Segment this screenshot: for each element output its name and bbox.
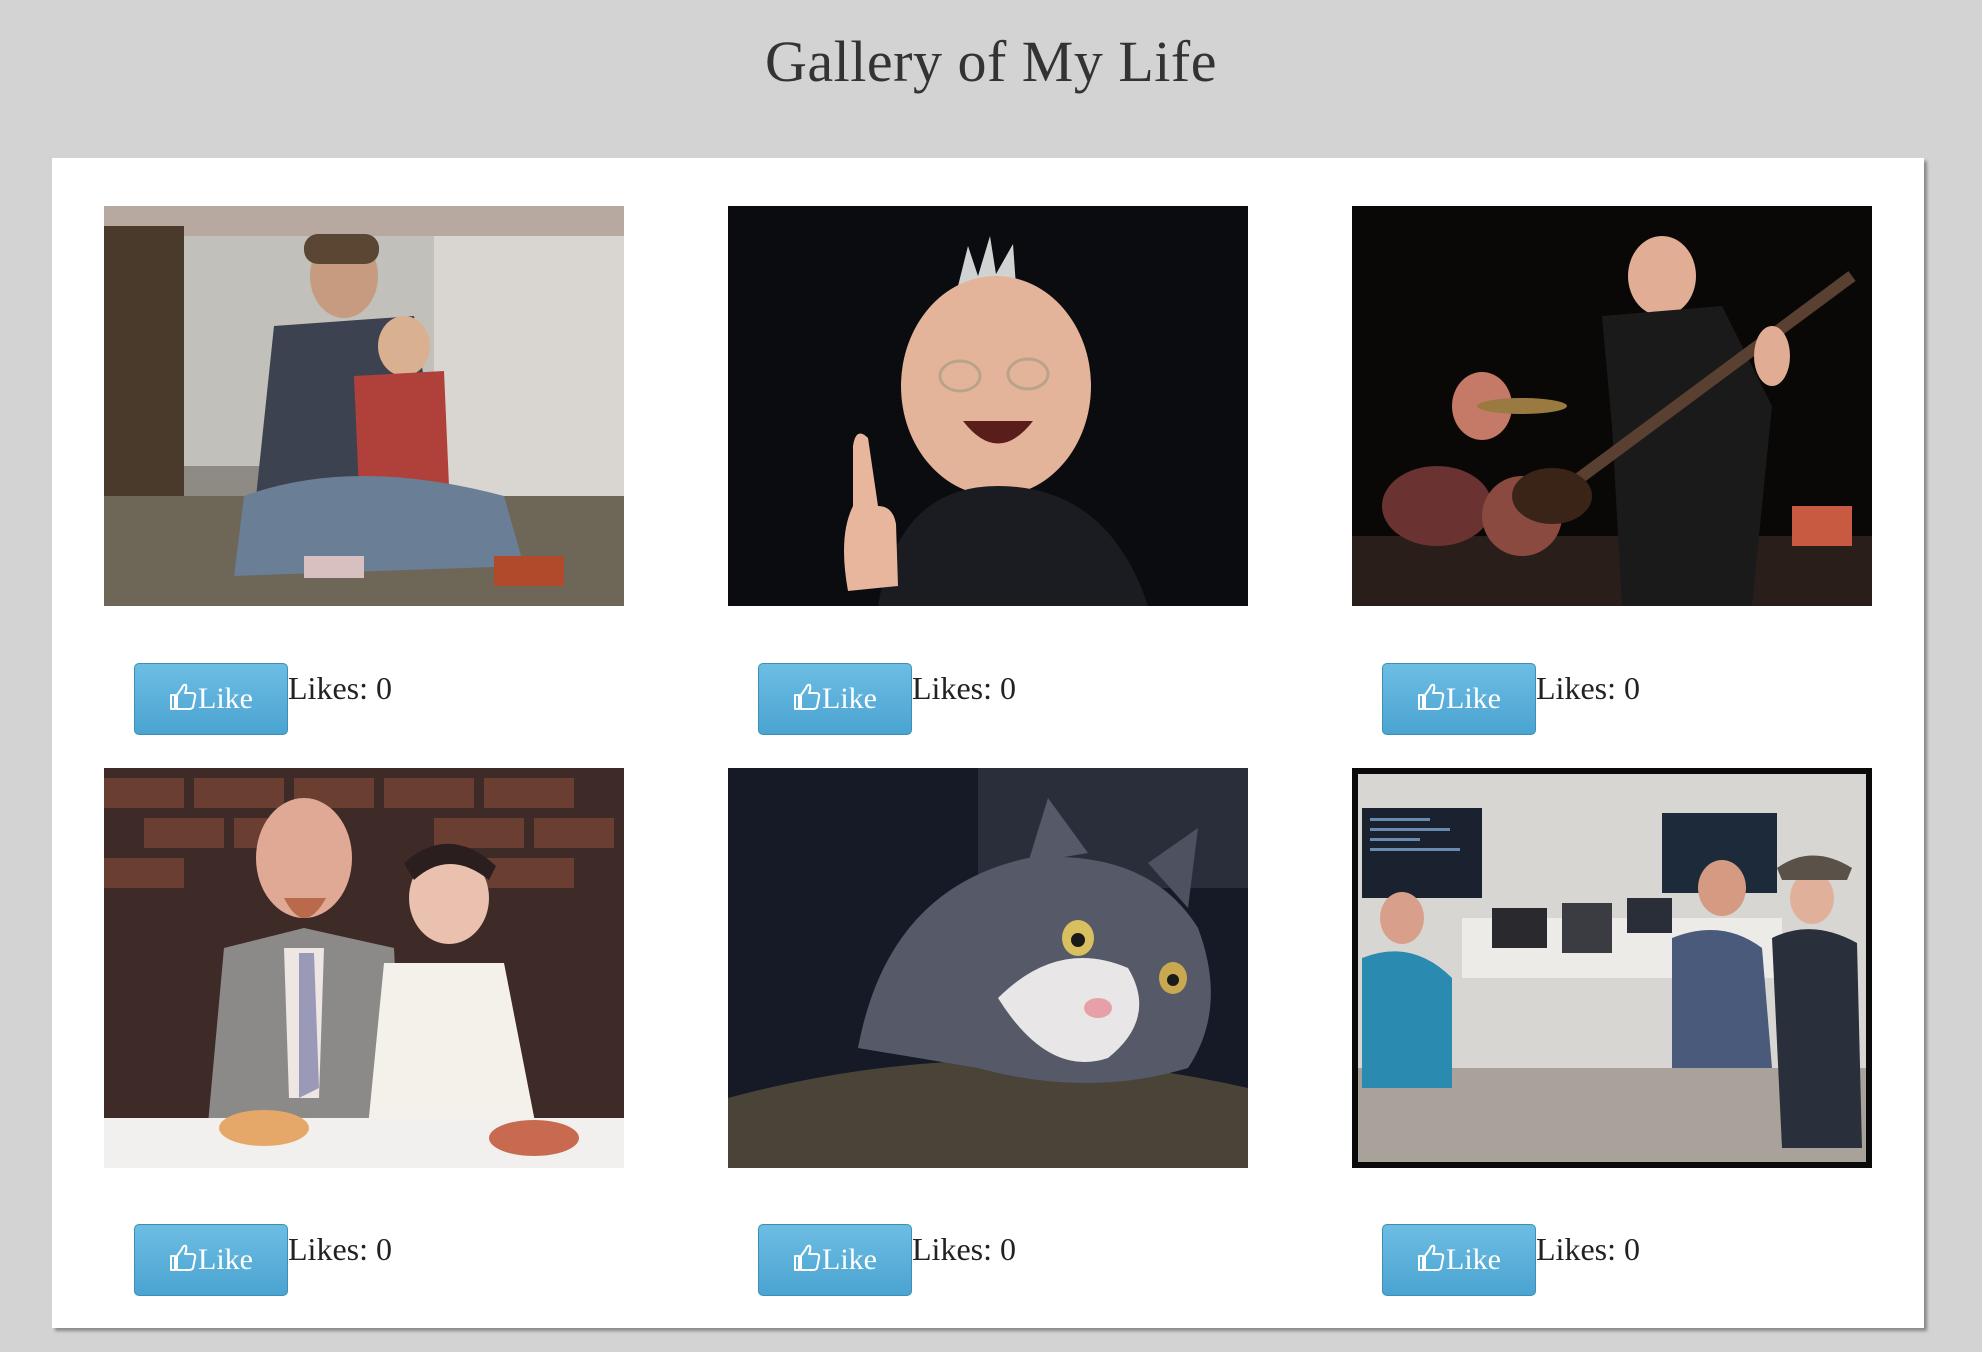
page-title: Gallery of My Life <box>765 29 1217 94</box>
likes-count: Likes: 0 <box>1536 670 1640 706</box>
photo-wedding-couple <box>104 768 624 1168</box>
like-button-label: Like <box>1446 1243 1501 1276</box>
thumbs-up-icon <box>170 683 197 710</box>
like-button[interactable]: Like <box>1382 1224 1536 1296</box>
like-button-label: Like <box>198 682 253 715</box>
photo-father-and-child <box>104 206 624 606</box>
likes-count: Likes: 0 <box>912 670 1016 706</box>
like-button-label: Like <box>198 1243 253 1276</box>
like-button[interactable]: Like <box>1382 663 1536 735</box>
gallery-photo[interactable] <box>1352 206 1872 606</box>
photo-mohawk-thumbs-up <box>728 206 1248 606</box>
like-button-label: Like <box>822 1243 877 1276</box>
likes-count: Likes: 0 <box>912 1231 1016 1267</box>
like-button[interactable]: Like <box>758 663 912 735</box>
thumbs-up-icon <box>170 1244 197 1271</box>
thumbs-up-icon <box>1418 1244 1445 1271</box>
gallery-panel: Like Likes: 0 Like Likes: 0 Like Likes: … <box>52 158 1924 1328</box>
gallery-photo[interactable] <box>728 206 1248 606</box>
like-button[interactable]: Like <box>134 1224 288 1296</box>
likes-count: Likes: 0 <box>288 1231 392 1267</box>
thumbs-up-icon <box>794 1244 821 1271</box>
like-button[interactable]: Like <box>758 1224 912 1296</box>
thumbs-up-icon <box>1418 683 1445 710</box>
gallery-photo[interactable] <box>728 768 1248 1168</box>
thumbs-up-icon <box>794 683 821 710</box>
photo-developers-office <box>1352 768 1872 1168</box>
like-button-label: Like <box>1446 682 1501 715</box>
gallery-photo[interactable] <box>104 206 624 606</box>
photo-bass-player-on-stage <box>1352 206 1872 606</box>
likes-count: Likes: 0 <box>288 670 392 706</box>
likes-count: Likes: 0 <box>1536 1231 1640 1267</box>
gallery-photo[interactable] <box>104 768 624 1168</box>
like-button-label: Like <box>822 682 877 715</box>
like-button[interactable]: Like <box>134 663 288 735</box>
photo-gray-cat <box>728 768 1248 1168</box>
gallery-photo[interactable] <box>1352 768 1872 1168</box>
